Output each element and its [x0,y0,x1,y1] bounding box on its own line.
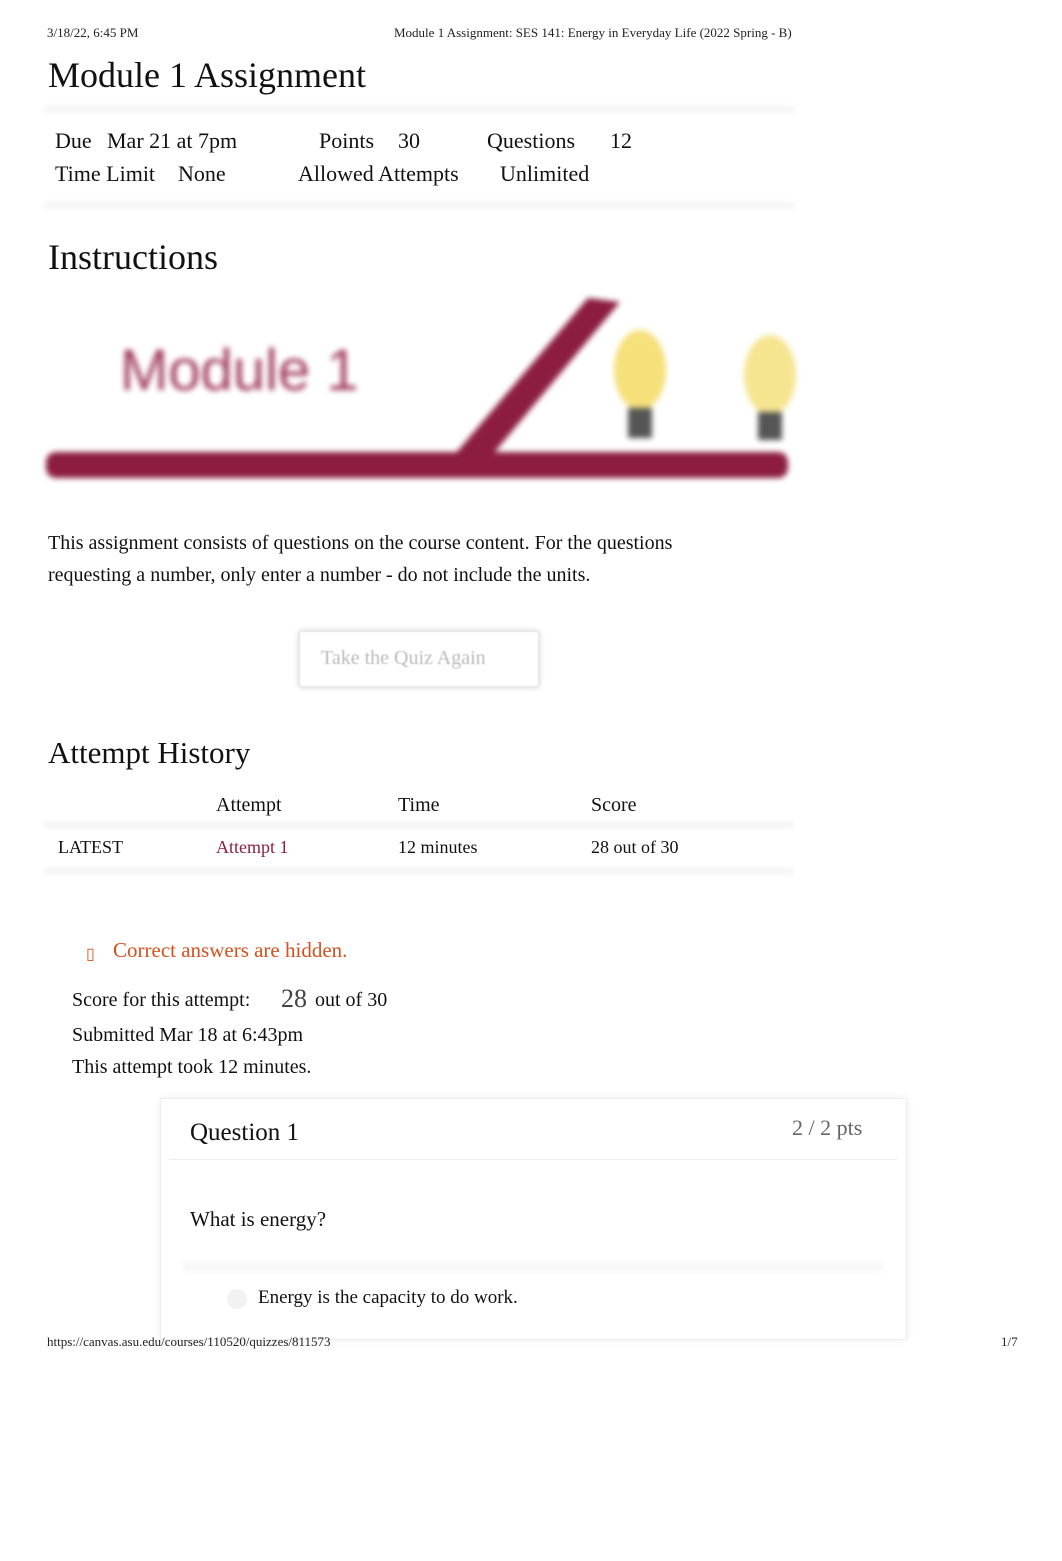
instructions-line-2: requesting a number, only enter a number… [48,564,591,586]
divider [44,104,794,114]
attempt-history-heading: Attempt History [48,735,251,770]
divider [44,866,794,876]
instructions-heading: Instructions [48,237,218,277]
module-banner-image: Module 1 [40,290,800,500]
score-label: Score for this attempt: [72,989,251,1011]
divider [44,200,794,210]
score-suffix: out of 30 [315,989,388,1011]
due-label: Due [55,128,92,153]
attempts-label: Allowed Attempts [298,161,459,186]
questions-label: Questions [487,128,575,153]
latest-tag: LATEST [58,837,123,857]
banner-text: Module 1 [120,338,359,403]
column-header-score: Score [591,794,637,816]
time-limit-value: None [178,161,226,186]
submitted-text: Submitted Mar 18 at 6:43pm [72,1024,304,1046]
points-label: Points [319,128,375,153]
answer-radio[interactable] [227,1289,247,1309]
print-url: https://canvas.asu.edu/courses/110520/qu… [47,1334,331,1349]
points-value: 30 [398,128,420,153]
attempts-value: Unlimited [500,161,590,186]
divider [44,820,794,830]
page: 3/18/22, 6:45 PM Module 1 Assignment: SE… [0,0,1062,1561]
info-icon: ▯ [86,946,95,963]
time-limit-label: Time Limit [55,161,156,186]
take-quiz-again-label: Take the Quiz Again [321,647,486,669]
question-card: Question 1 2 / 2 pts What is energy? Ene… [160,1098,907,1340]
question-prompt: What is energy? [190,1207,327,1231]
take-quiz-again-button[interactable]: Take the Quiz Again [298,630,540,688]
print-title: Module 1 Assignment: SES 141: Energy in … [394,25,792,40]
question-points: 2 / 2 pts [792,1115,863,1140]
attempt-time: 12 minutes [398,837,478,857]
questions-value: 12 [610,128,632,153]
column-header-attempt: Attempt [216,794,282,816]
answer-text: Energy is the capacity to do work. [258,1287,518,1308]
column-header-time: Time [398,794,440,816]
duration-text: This attempt took 12 minutes. [72,1056,312,1078]
correct-answers-hidden-notice: Correct answers are hidden. [113,938,348,962]
page-title: Module 1 Assignment [48,55,367,95]
question-title: Question 1 [190,1119,300,1146]
print-page-number: 1/7 [1001,1334,1018,1349]
instructions-line-1: This assignment consists of questions on… [48,532,673,554]
due-value: Mar 21 at 7pm [107,128,238,153]
print-datetime: 3/18/22, 6:45 PM [47,25,139,40]
attempt-link[interactable]: Attempt 1 [216,837,289,858]
score-value: 28 [281,984,307,1013]
attempt-score: 28 out of 30 [591,837,679,857]
